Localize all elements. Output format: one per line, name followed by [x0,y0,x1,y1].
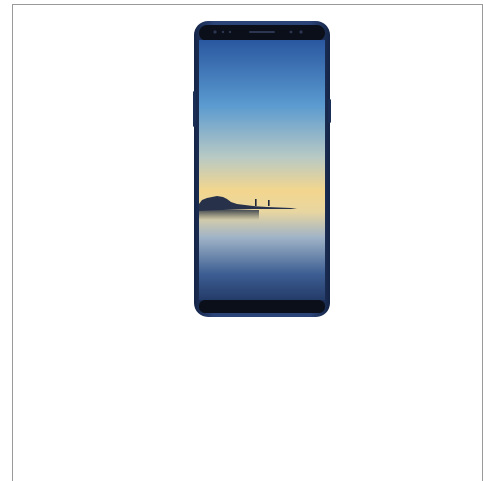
sensor-dot [289,30,293,34]
bottom-bezel [199,300,325,313]
image-frame [0,0,483,481]
camera-dot [213,30,217,34]
power-button [328,99,331,123]
person-figure [255,199,257,206]
product-image-area [13,5,482,323]
volume-button [193,91,196,127]
phone-screen [199,40,325,300]
sensor-dot [221,30,225,34]
sensor-dot [228,30,232,34]
island-reflection [199,210,259,220]
earpiece [249,31,275,33]
smartphone-image [193,21,331,317]
person-figure [268,200,270,206]
camera-dot [299,30,303,34]
